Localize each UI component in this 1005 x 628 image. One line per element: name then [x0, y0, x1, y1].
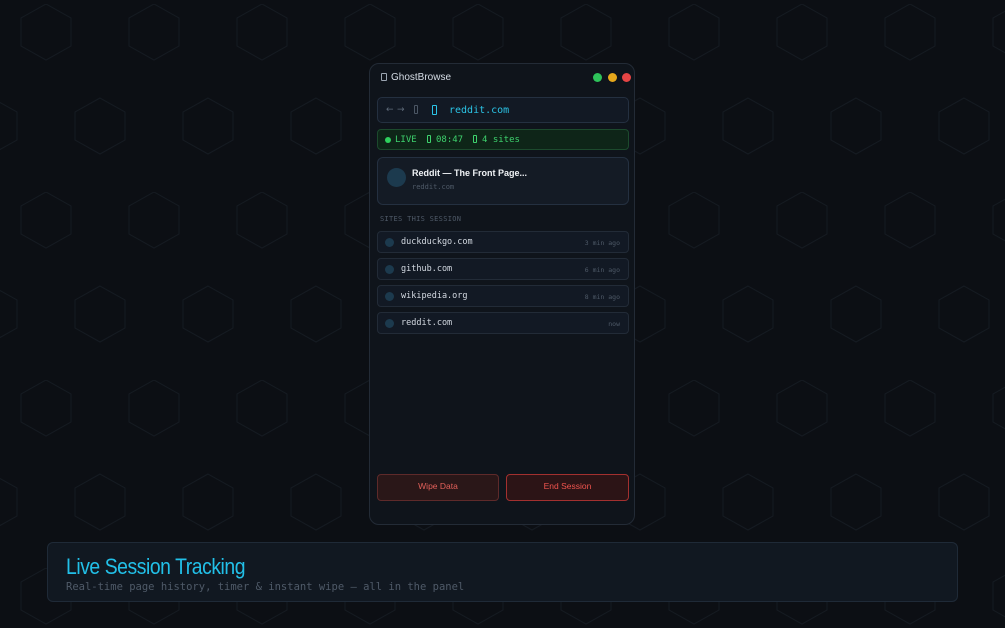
site-time: 8 min ago	[584, 293, 620, 301]
site-row[interactable]: duckduckgo.com 3 min ago	[377, 231, 629, 253]
favicon-icon	[385, 265, 394, 274]
sites-icon	[473, 135, 477, 143]
reload-icon[interactable]	[414, 105, 418, 114]
history-section-label: SITES THIS SESSION	[380, 215, 462, 223]
back-arrow-icon[interactable]: ←	[386, 105, 394, 115]
app-title-label: GhostBrowse	[391, 72, 452, 83]
title-bar: GhostBrowse	[370, 64, 634, 92]
site-row[interactable]: wikipedia.org 8 min ago	[377, 285, 629, 307]
favicon-icon	[385, 292, 394, 301]
current-page-title: Reddit — The Front Page...	[412, 168, 528, 178]
lock-icon	[432, 105, 437, 115]
site-row[interactable]: reddit.com now	[377, 312, 629, 334]
minimize-button[interactable]	[608, 73, 617, 82]
favicon-icon	[385, 319, 394, 328]
current-page-url: reddit.com	[412, 183, 455, 191]
site-row[interactable]: github.com 6 min ago	[377, 258, 629, 280]
live-indicator-icon	[385, 137, 391, 143]
site-time: now	[608, 320, 620, 328]
maximize-button[interactable]	[593, 73, 602, 82]
timer-icon	[427, 135, 431, 143]
feature-banner: Live Session Tracking Real-time page his…	[47, 542, 958, 602]
sites-count: 4 sites	[482, 135, 520, 145]
site-name: github.com	[401, 264, 453, 274]
address-bar[interactable]: ← → reddit.com	[377, 97, 629, 123]
forward-arrow-icon[interactable]: →	[397, 105, 405, 115]
site-name: wikipedia.org	[401, 291, 468, 301]
banner-title: Live Session Tracking	[66, 554, 246, 579]
session-status-bar: LIVE 08:47 4 sites	[377, 129, 629, 150]
favicon-icon	[387, 168, 406, 187]
end-session-button[interactable]: End Session	[506, 474, 629, 501]
phone-icon	[381, 73, 387, 81]
wipe-data-button[interactable]: Wipe Data	[377, 474, 499, 501]
site-history-list: duckduckgo.com 3 min ago github.com 6 mi…	[377, 231, 629, 339]
favicon-icon	[385, 238, 394, 247]
extension-panel: GhostBrowse ← → reddit.com LIVE 08:47 4 …	[369, 63, 635, 525]
close-button[interactable]	[622, 73, 631, 82]
live-label: LIVE	[395, 135, 417, 145]
current-page-card[interactable]: Reddit — The Front Page... reddit.com	[377, 157, 629, 205]
site-time: 3 min ago	[584, 239, 620, 247]
banner-subtitle: Real-time page history, timer & instant …	[66, 581, 465, 593]
app-title: GhostBrowse	[381, 72, 451, 83]
site-name: reddit.com	[401, 318, 453, 328]
url-text[interactable]: reddit.com	[449, 105, 509, 116]
site-name: duckduckgo.com	[401, 237, 473, 247]
session-timer: 08:47	[436, 135, 464, 145]
site-time: 6 min ago	[584, 266, 620, 274]
